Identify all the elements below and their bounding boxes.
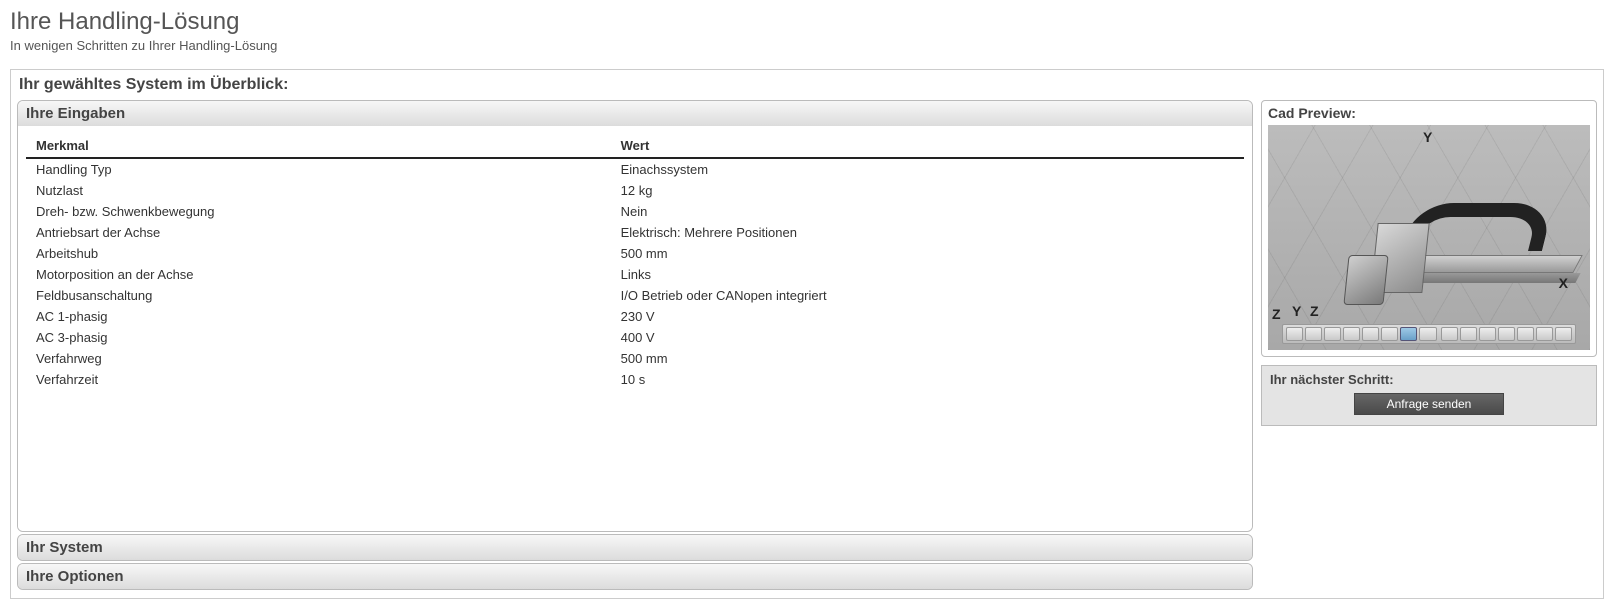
table-cell-key: Nutzlast xyxy=(26,180,611,201)
table-row: Motorposition an der AchseLinks xyxy=(26,264,1244,285)
cad-tool-button[interactable] xyxy=(1460,327,1477,341)
accordion-options: Ihre Optionen xyxy=(17,563,1253,590)
table-row: Verfahrweg500 mm xyxy=(26,348,1244,369)
cad-tool-button[interactable] xyxy=(1381,327,1398,341)
table-cell-key: Dreh- bzw. Schwenkbewegung xyxy=(26,201,611,222)
cad-tool-button[interactable] xyxy=(1479,327,1496,341)
table-cell-key: Antriebsart der Achse xyxy=(26,222,611,243)
page-subtitle: In wenigen Schritten zu Ihrer Handling-L… xyxy=(10,38,1604,53)
table-cell-key: Verfahrzeit xyxy=(26,369,611,390)
table-row: Verfahrzeit10 s xyxy=(26,369,1244,390)
cad-tool-button[interactable] xyxy=(1343,327,1360,341)
table-cell-value: Elektrisch: Mehrere Positionen xyxy=(611,222,1244,243)
cad-tool-button[interactable] xyxy=(1498,327,1515,341)
axis-z-bottomleft: Z xyxy=(1272,306,1281,322)
cad-tool-button[interactable] xyxy=(1555,327,1572,341)
cad-tool-button[interactable] xyxy=(1536,327,1553,341)
table-cell-value: 400 V xyxy=(611,327,1244,348)
cad-tool-button[interactable] xyxy=(1441,327,1458,341)
next-step-title: Ihr nächster Schritt: xyxy=(1270,372,1588,387)
table-row: AC 1-phasig230 V xyxy=(26,306,1244,327)
cad-tool-button[interactable] xyxy=(1324,327,1341,341)
axis-y-left: Y xyxy=(1292,303,1301,319)
cad-tool-button-selected[interactable] xyxy=(1400,327,1417,341)
inputs-col-key: Merkmal xyxy=(26,134,611,158)
table-cell-value: 10 s xyxy=(611,369,1244,390)
axis-y-top: Y xyxy=(1423,129,1432,145)
axis-z-left: Z xyxy=(1310,303,1319,319)
table-cell-key: AC 1-phasig xyxy=(26,306,611,327)
table-cell-key: Handling Typ xyxy=(26,158,611,180)
accordion-inputs: Ihre Eingaben Merkmal Wert Handling TypE… xyxy=(17,100,1253,532)
cad-model xyxy=(1328,185,1558,305)
accordion-system: Ihr System xyxy=(17,534,1253,561)
table-row: AC 3-phasig400 V xyxy=(26,327,1244,348)
table-cell-value: 230 V xyxy=(611,306,1244,327)
main-frame: Ihr gewähltes System im Überblick: Ihre … xyxy=(10,69,1604,599)
cad-tool-button[interactable] xyxy=(1362,327,1379,341)
send-request-button[interactable]: Anfrage senden xyxy=(1354,393,1504,415)
next-step-panel: Ihr nächster Schritt: Anfrage senden xyxy=(1261,365,1597,426)
table-cell-key: Feldbusanschaltung xyxy=(26,285,611,306)
cad-preview-panel: Cad Preview: Y X Y Z Z xyxy=(1261,100,1597,357)
inputs-col-value: Wert xyxy=(611,134,1244,158)
table-row: Handling TypEinachssystem xyxy=(26,158,1244,180)
table-cell-key: Motorposition an der Achse xyxy=(26,264,611,285)
table-cell-value: Links xyxy=(611,264,1244,285)
table-cell-value: 500 mm xyxy=(611,348,1244,369)
page-title: Ihre Handling-Lösung xyxy=(10,8,1604,36)
table-row: Dreh- bzw. SchwenkbewegungNein xyxy=(26,201,1244,222)
table-row: Nutzlast12 kg xyxy=(26,180,1244,201)
accordion-options-header[interactable]: Ihre Optionen xyxy=(18,564,1252,589)
cad-tool-button[interactable] xyxy=(1305,327,1322,341)
table-cell-value: Einachssystem xyxy=(611,158,1244,180)
table-cell-key: Arbeitshub xyxy=(26,243,611,264)
cad-tool-button[interactable] xyxy=(1517,327,1534,341)
overview-heading: Ihr gewähltes System im Überblick: xyxy=(17,76,1597,94)
table-row: Antriebsart der AchseElektrisch: Mehrere… xyxy=(26,222,1244,243)
table-cell-value: Nein xyxy=(611,201,1244,222)
cad-preview-title: Cad Preview: xyxy=(1268,105,1590,121)
table-row: FeldbusanschaltungI/O Betrieb oder CANop… xyxy=(26,285,1244,306)
table-cell-value: 12 kg xyxy=(611,180,1244,201)
table-cell-key: AC 3-phasig xyxy=(26,327,611,348)
accordion-inputs-header[interactable]: Ihre Eingaben xyxy=(18,101,1252,126)
accordion-inputs-body: Merkmal Wert Handling TypEinachssystemNu… xyxy=(18,126,1252,531)
axis-x-right: X xyxy=(1559,275,1568,291)
table-cell-value: 500 mm xyxy=(611,243,1244,264)
table-cell-key: Verfahrweg xyxy=(26,348,611,369)
cad-motor xyxy=(1343,255,1388,305)
cad-tool-button[interactable] xyxy=(1286,327,1303,341)
inputs-table: Merkmal Wert Handling TypEinachssystemNu… xyxy=(26,134,1244,390)
cad-preview-viewport[interactable]: Y X Y Z Z xyxy=(1268,125,1590,350)
table-cell-value: I/O Betrieb oder CANopen integriert xyxy=(611,285,1244,306)
cad-toolbar xyxy=(1282,324,1576,344)
accordion-system-header[interactable]: Ihr System xyxy=(18,535,1252,560)
table-row: Arbeitshub500 mm xyxy=(26,243,1244,264)
cad-tool-button[interactable] xyxy=(1419,327,1436,341)
